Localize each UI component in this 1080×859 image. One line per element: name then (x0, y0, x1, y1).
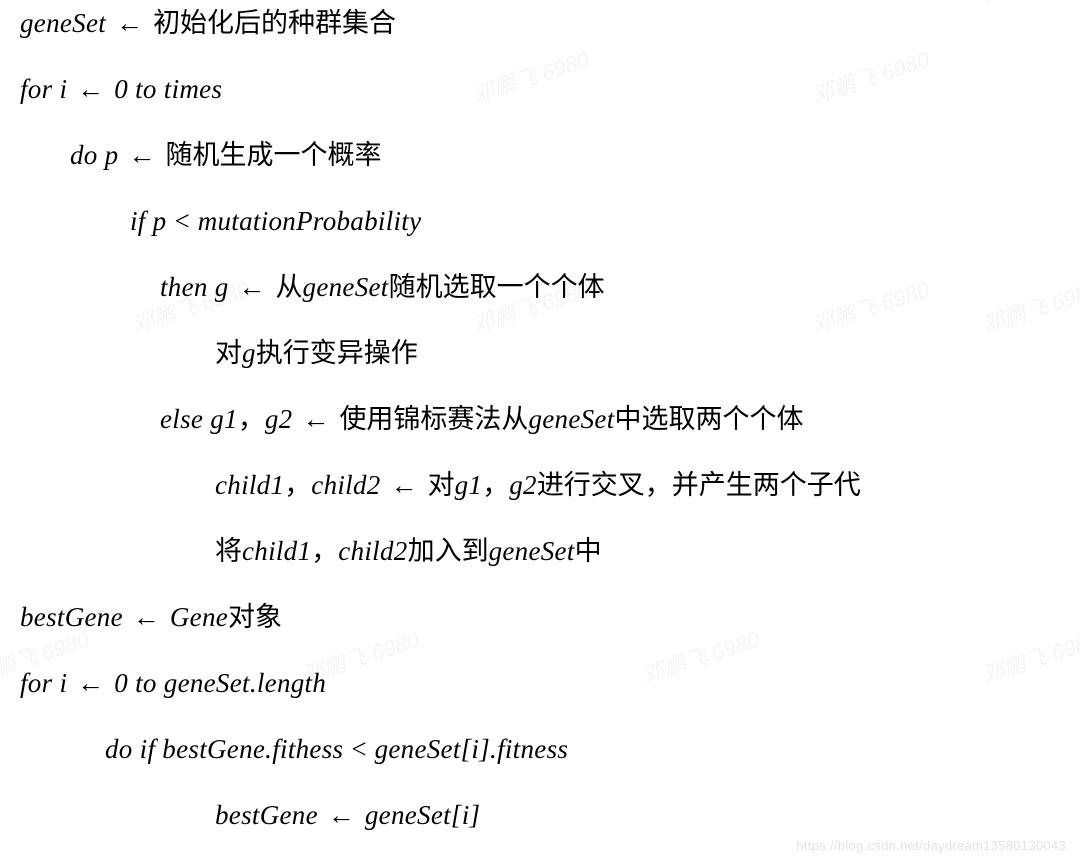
code-line-7: else g1，g2←使用锦标赛法从geneSet中选取两个个体 (20, 406, 1060, 433)
cjk-text: 使用锦标赛法从 (339, 406, 528, 433)
pseudocode-page: geneSet←初始化后的种群集合for i←0 to timesdo p←随机… (0, 0, 1080, 859)
italic-text: geneSet (489, 538, 575, 565)
italic-text: geneSet (528, 406, 614, 433)
left-arrow-icon: ← (318, 802, 365, 829)
italic-text: geneSet[i] (365, 802, 480, 829)
italic-text: bestGene (215, 802, 318, 829)
cjk-text: 执行变异操作 (256, 340, 418, 367)
cjk-text: 从 (276, 274, 303, 301)
less-than-icon: < (166, 208, 197, 235)
italic-text: child2 (338, 538, 407, 565)
cjk-text: ， (238, 406, 265, 433)
cjk-text: 加入到 (408, 538, 489, 565)
left-arrow-icon: ← (381, 472, 428, 499)
cjk-text: 中 (575, 538, 602, 565)
cjk-text: 初始化后的种群集合 (153, 10, 396, 37)
code-line-6: 对g执行变异操作 (20, 340, 1060, 367)
cjk-text: 对 (428, 472, 455, 499)
left-arrow-icon: ← (229, 274, 276, 301)
italic-text: for i (20, 670, 67, 697)
left-arrow-icon: ← (123, 604, 170, 631)
italic-text: if p (130, 208, 166, 235)
italic-text: g (242, 340, 256, 367)
cjk-text: 进行交叉，并产生两个子代 (537, 472, 861, 499)
cjk-text: ， (311, 538, 338, 565)
code-line-5: then g←从geneSet随机选取一个个体 (20, 274, 1060, 301)
italic-text: mutationProbability (198, 208, 422, 235)
italic-text: 0 to times (114, 76, 222, 103)
italic-text: for i (20, 76, 67, 103)
italic-text: geneSet[i].fitness (375, 736, 569, 763)
italic-text: do if bestGene.fithess (105, 736, 343, 763)
left-arrow-icon: ← (67, 670, 114, 697)
left-arrow-icon: ← (67, 76, 114, 103)
watermark: 邓鹏飞 6980 (978, 0, 1080, 10)
italic-text: do p (70, 142, 118, 169)
italic-text: child1 (215, 472, 284, 499)
left-arrow-icon: ← (292, 406, 339, 433)
code-line-12: do if bestGene.fithess<geneSet[i].fitnes… (20, 736, 1060, 763)
italic-text: g2 (509, 472, 537, 499)
cjk-text: 对 (215, 340, 242, 367)
cjk-text: 中选取两个个体 (615, 406, 804, 433)
left-arrow-icon: ← (106, 10, 153, 37)
italic-text: g1 (455, 472, 483, 499)
code-line-10: bestGene←Gene对象 (20, 604, 1060, 631)
italic-text: Gene (170, 604, 228, 631)
source-url: https://blog.csdn.net/daydream1358013004… (796, 838, 1066, 853)
cjk-text: 随机选取一个个体 (389, 274, 605, 301)
cjk-text: 对象 (228, 604, 282, 631)
italic-text: child1 (242, 538, 311, 565)
italic-text: child2 (311, 472, 380, 499)
code-line-8: child1，child2←对g1，g2进行交叉，并产生两个子代 (20, 472, 1060, 499)
code-line-13: bestGene←geneSet[i] (20, 802, 1060, 829)
italic-text: else g1 (160, 406, 238, 433)
code-line-11: for i←0 to geneSet.length (20, 670, 1060, 697)
cjk-text: ， (284, 472, 311, 499)
less-than-icon: < (343, 736, 374, 763)
italic-text: g2 (265, 406, 293, 433)
italic-text: bestGene (20, 604, 123, 631)
code-line-3: do p←随机生成一个概率 (20, 142, 1060, 169)
cjk-text: 随机生成一个概率 (165, 142, 381, 169)
code-line-9: 将child1，child2加入到geneSet中 (20, 538, 1060, 565)
cjk-text: 将 (215, 538, 242, 565)
italic-text: 0 to geneSet.length (114, 670, 326, 697)
italic-text: geneSet (20, 10, 106, 37)
left-arrow-icon: ← (118, 142, 165, 169)
code-line-2: for i←0 to times (20, 76, 1060, 103)
cjk-text: ， (482, 472, 509, 499)
pseudocode-block: geneSet←初始化后的种群集合for i←0 to timesdo p←随机… (20, 10, 1060, 859)
italic-text: geneSet (303, 274, 389, 301)
code-line-1: geneSet←初始化后的种群集合 (20, 10, 1060, 37)
italic-text: then g (160, 274, 229, 301)
code-line-4: if p<mutationProbability (20, 208, 1060, 235)
